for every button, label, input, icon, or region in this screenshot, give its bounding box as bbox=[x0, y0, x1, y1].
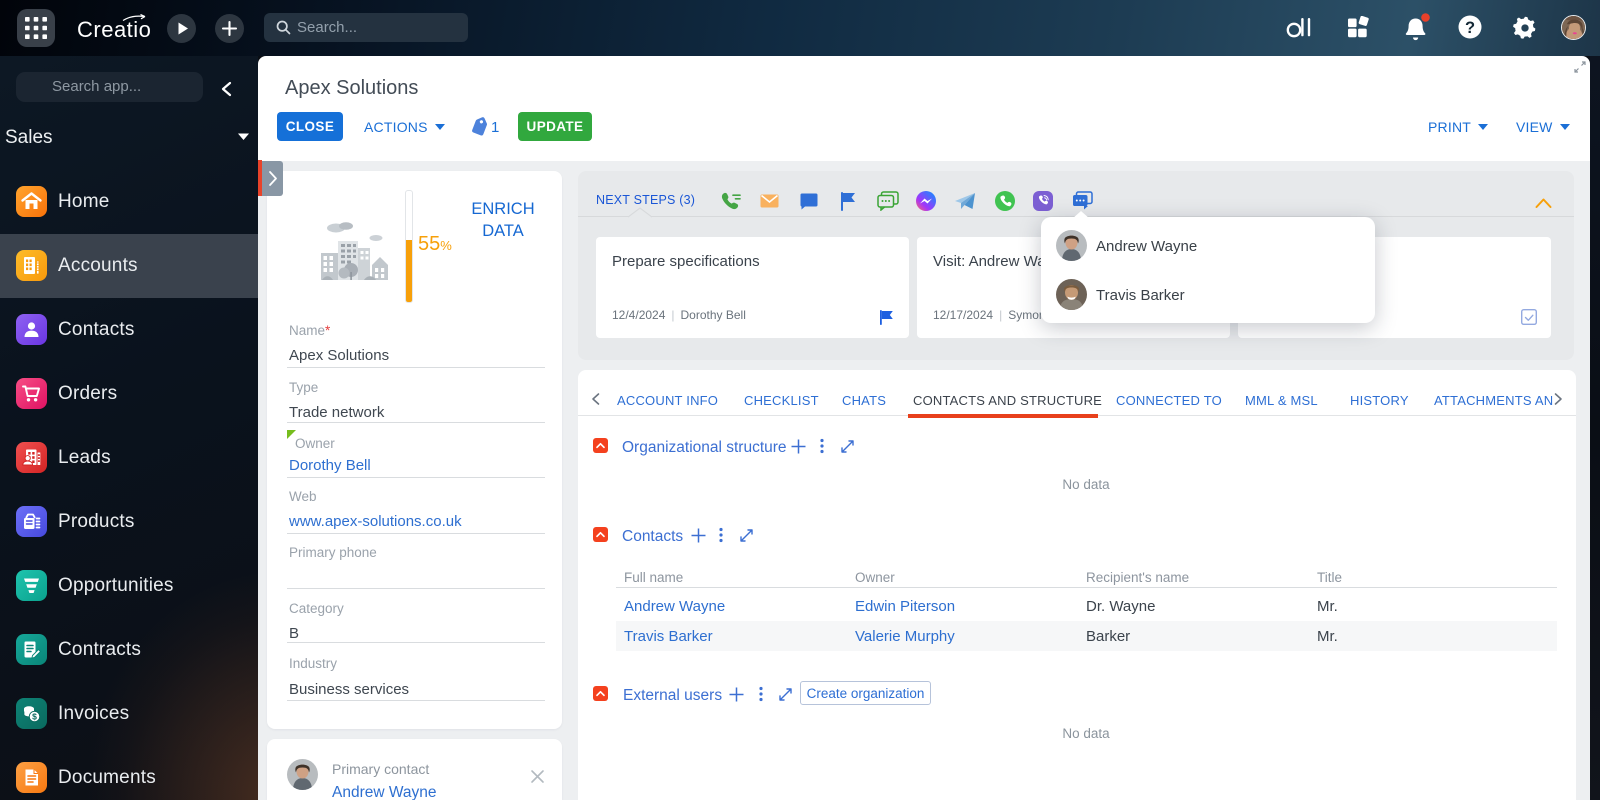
svg-text:$: $ bbox=[32, 712, 37, 722]
svg-text:?: ? bbox=[1465, 19, 1475, 37]
